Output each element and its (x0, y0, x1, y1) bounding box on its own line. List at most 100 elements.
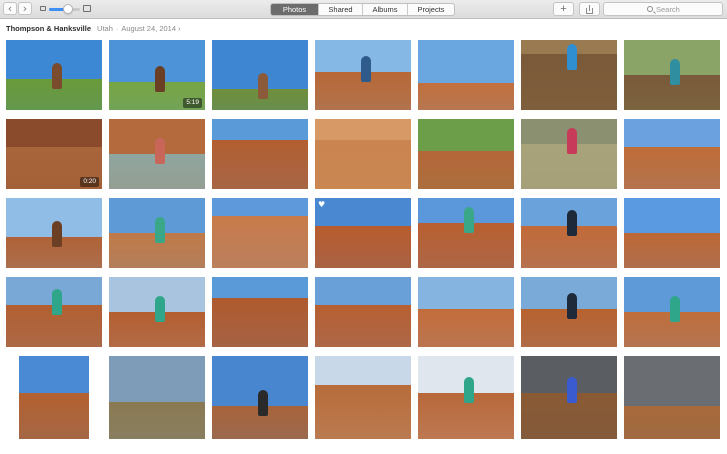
search-icon (647, 6, 653, 12)
photo-thumbnail[interactable] (315, 119, 411, 189)
photo-sky (418, 277, 514, 309)
video-duration-badge: 0:20 (80, 177, 99, 187)
photo-sky (6, 119, 102, 147)
photo-ground (418, 309, 514, 347)
tab-projects[interactable]: Projects (407, 4, 454, 15)
photo-subject (567, 210, 577, 236)
moment-separator: · (115, 24, 119, 33)
photo-thumbnail[interactable] (109, 198, 205, 268)
add-button[interactable]: + (553, 2, 574, 16)
photo-sky (624, 356, 720, 406)
chevron-right-icon: › (178, 24, 181, 33)
photo-ground (212, 298, 308, 347)
moment-title: Thompson & Hanksville (6, 24, 92, 33)
zoom-in-icon[interactable] (83, 5, 91, 12)
photo-thumbnail[interactable] (624, 40, 720, 110)
heart-icon[interactable]: ♥ (318, 200, 325, 209)
photo-thumbnail[interactable] (109, 277, 205, 347)
photo-thumbnail[interactable] (521, 198, 617, 268)
photo-ground (315, 140, 411, 189)
photo-thumbnail[interactable] (212, 119, 308, 189)
photo-thumbnail[interactable] (624, 198, 720, 268)
photo-ground (418, 83, 514, 110)
photo-thumbnail[interactable] (315, 40, 411, 110)
photo-thumbnail[interactable] (418, 119, 514, 189)
photo-subject (258, 73, 268, 99)
photo-thumbnail[interactable]: ♥ (315, 198, 411, 268)
photo-thumbnail[interactable] (212, 40, 308, 110)
tab-photos[interactable]: Photos (271, 4, 318, 15)
zoom-slider-knob[interactable] (62, 4, 73, 14)
photo-subject (567, 128, 577, 154)
photo-thumbnail[interactable] (624, 119, 720, 189)
photo-sky (418, 40, 514, 83)
photo-thumbnail[interactable] (624, 356, 720, 439)
photo-ground (624, 406, 720, 439)
zoom-slider[interactable] (49, 4, 80, 14)
photo-sky (19, 356, 89, 393)
photo-subject (567, 44, 577, 70)
photo-thumbnail[interactable] (212, 356, 308, 439)
photo-subject (155, 66, 165, 92)
photo-thumbnail[interactable] (418, 40, 514, 110)
photo-sky (315, 198, 411, 226)
photo-ground (315, 226, 411, 268)
video-duration-badge: 5:19 (183, 98, 202, 108)
photo-sky (315, 277, 411, 305)
photo-thumbnail[interactable] (315, 277, 411, 347)
photo-thumbnail[interactable] (109, 119, 205, 189)
photo-thumbnail[interactable] (6, 40, 102, 110)
photo-thumbnail[interactable] (315, 356, 411, 439)
tab-shared[interactable]: Shared (318, 4, 362, 15)
photo-thumbnail[interactable] (521, 356, 617, 439)
photo-thumbnail[interactable] (212, 277, 308, 347)
photo-thumbnail[interactable] (19, 356, 89, 439)
search-field[interactable] (603, 2, 723, 16)
photo-subject (155, 217, 165, 243)
search-input[interactable] (656, 4, 720, 15)
moment-location: Utah (97, 24, 113, 33)
photo-thumbnail[interactable] (521, 119, 617, 189)
photo-thumbnail[interactable]: 0:20 (6, 119, 102, 189)
photo-thumbnail[interactable] (212, 198, 308, 268)
zoom-out-icon[interactable] (40, 6, 46, 11)
photo-thumbnail[interactable] (109, 356, 205, 439)
photo-ground (315, 385, 411, 439)
photo-thumbnail[interactable] (624, 277, 720, 347)
photo-thumbnail[interactable]: 5:19 (109, 40, 205, 110)
photo-thumbnail[interactable] (6, 277, 102, 347)
forward-button[interactable]: › (18, 2, 32, 15)
moment-header[interactable]: Thompson & Hanksville Utah · August 24, 201… (6, 23, 181, 35)
photo-subject (464, 207, 474, 233)
photo-subject (155, 138, 165, 164)
view-switcher: Photos Shared Albums Projects (270, 3, 455, 16)
photo-subject (670, 59, 680, 85)
photo-subject (670, 296, 680, 322)
photo-subject (258, 390, 268, 416)
photo-thumbnail[interactable] (418, 356, 514, 439)
photo-sky (212, 277, 308, 298)
share-button[interactable] (579, 2, 600, 16)
photo-thumbnail[interactable] (418, 198, 514, 268)
photo-thumbnail[interactable] (521, 277, 617, 347)
photo-ground (418, 151, 514, 189)
photo-thumbnail[interactable] (6, 198, 102, 268)
photo-ground (212, 140, 308, 189)
photo-sky (315, 119, 411, 140)
photo-sky (212, 198, 308, 216)
back-button[interactable]: ‹ (3, 2, 17, 15)
photo-ground (109, 402, 205, 439)
photo-ground (212, 216, 308, 268)
photo-subject (464, 377, 474, 403)
photo-subject (361, 56, 371, 82)
tab-albums[interactable]: Albums (362, 4, 407, 15)
photo-ground (19, 393, 89, 439)
plus-icon: + (560, 3, 567, 15)
photo-subject (52, 221, 62, 247)
moment-date: August 24, 2014 (121, 24, 177, 33)
toolbar: ‹ › Photos Shared Albums Projects + (0, 0, 727, 19)
photo-ground (315, 305, 411, 347)
photo-thumbnail[interactable] (418, 277, 514, 347)
photo-thumbnail[interactable] (521, 40, 617, 110)
photo-ground (624, 233, 720, 268)
